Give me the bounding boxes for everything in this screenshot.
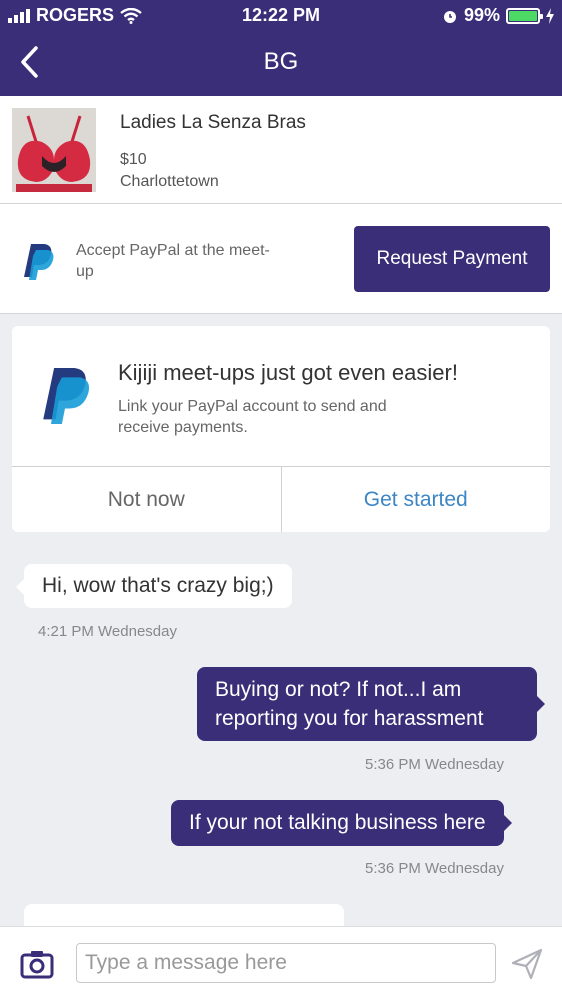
get-started-button[interactable]: Get started: [282, 467, 551, 532]
request-payment-button[interactable]: Request Payment: [354, 226, 550, 292]
camera-icon[interactable]: [20, 949, 54, 979]
listing-location: Charlottetown: [120, 173, 219, 190]
alarm-icon: [443, 10, 456, 23]
payment-request-bar: Accept PayPal at the meet-up Request Pay…: [0, 204, 562, 314]
status-bar: ROGERS 12:22 PM 99%: [0, 0, 562, 34]
battery-percent: 99%: [463, 5, 500, 25]
message-timestamp: 5:36 PM Wednesday: [365, 756, 504, 773]
paypal-icon: [43, 368, 90, 424]
message-input[interactable]: [76, 943, 496, 983]
paypal-meetup-text: Accept PayPal at the meet-up: [76, 242, 270, 280]
listing-price: $10: [120, 151, 147, 168]
paypal-promo-card: Kijiji meet-ups just got even easier! Li…: [12, 326, 550, 532]
message-timestamp: 5:36 PM Wednesday: [365, 860, 504, 877]
message-bubble-outgoing[interactable]: Buying or not? If not...I am reporting y…: [197, 667, 545, 741]
message-bubble-incoming[interactable]: Hi, wow that's crazy big;): [16, 564, 292, 608]
paypal-icon: [24, 244, 54, 280]
promo-actions: Not now Get started: [12, 466, 550, 532]
promo-headline: Kijiji meet-ups just got even easier!: [118, 360, 458, 385]
message-bubble-outgoing[interactable]: If your not talking business here: [171, 800, 512, 846]
charging-icon: [546, 7, 554, 24]
not-now-button[interactable]: Not now: [12, 467, 282, 532]
promo-subtext: Link your PayPal account to send and rec…: [118, 398, 387, 436]
send-icon[interactable]: [510, 947, 544, 981]
battery-icon: [506, 7, 543, 24]
message-text-line: reporting you for harassment: [215, 707, 484, 730]
listing-thumbnail: [12, 108, 96, 192]
message-text-line: Buying or not? If not...I am: [215, 678, 462, 701]
listing-summary[interactable]: Ladies La Senza Bras $10 Charlottetown: [0, 96, 562, 204]
listing-title: Ladies La Senza Bras: [120, 112, 306, 133]
message-composer: [0, 926, 562, 1000]
conversation-title: BG: [263, 48, 299, 75]
message-timestamp: 4:21 PM Wednesday: [38, 623, 177, 640]
top-bar: ROGERS 12:22 PM 99% BG: [0, 0, 562, 96]
